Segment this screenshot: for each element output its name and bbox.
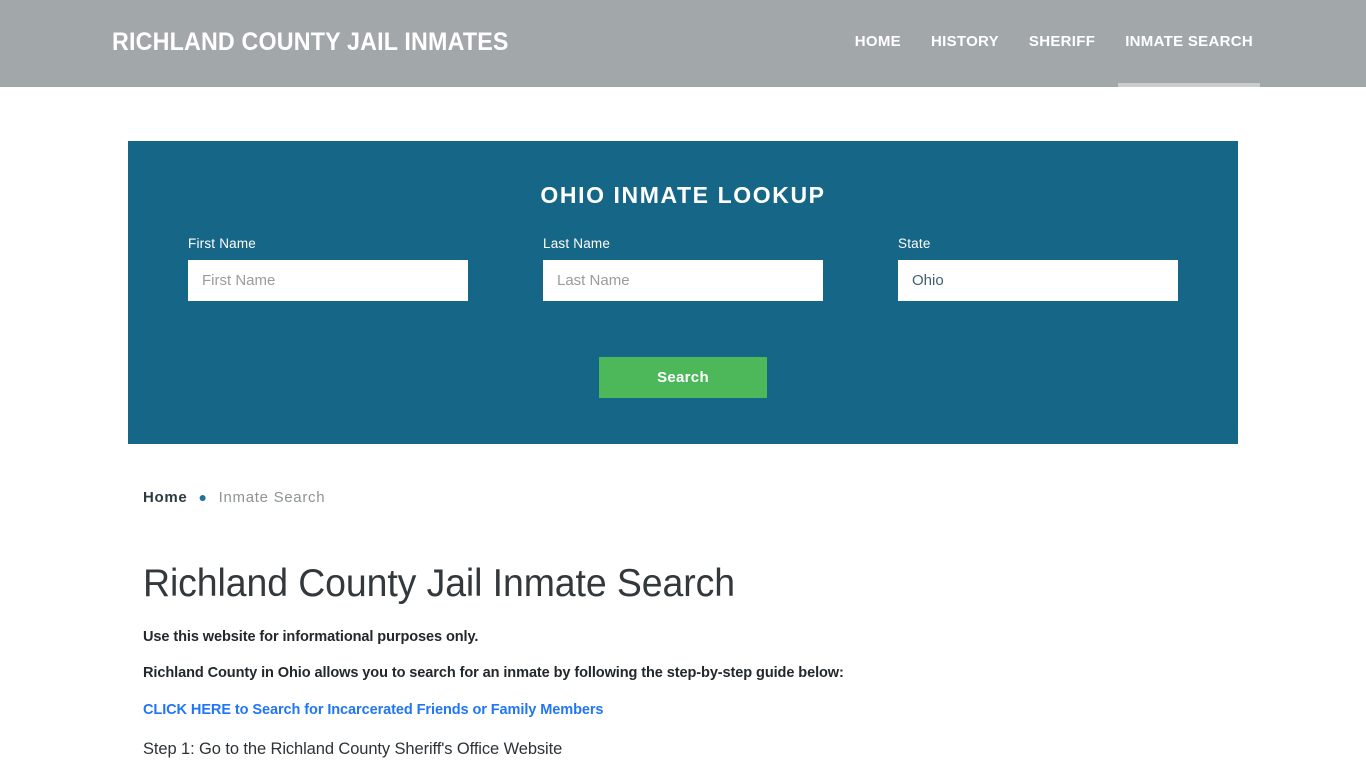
site-header: RICHLAND COUNTY JAIL INMATES HOME HISTOR… bbox=[0, 0, 1366, 87]
site-title: RICHLAND COUNTY JAIL INMATES bbox=[112, 28, 509, 56]
first-name-field-group: First Name bbox=[188, 236, 468, 301]
guide-paragraph: Richland County in Ohio allows you to se… bbox=[143, 664, 844, 681]
breadcrumb-separator-icon: ● bbox=[198, 489, 208, 505]
click-here-search-link[interactable]: CLICK HERE to Search for Incarcerated Fr… bbox=[143, 701, 1210, 718]
search-button[interactable]: Search bbox=[599, 357, 767, 398]
page-title: Richland County Jail Inmate Search bbox=[143, 562, 735, 605]
intro-paragraph: Use this website for informational purpo… bbox=[143, 628, 479, 645]
nav-item-history[interactable]: HISTORY bbox=[931, 0, 999, 87]
first-name-label: First Name bbox=[188, 236, 257, 251]
header-inner: RICHLAND COUNTY JAIL INMATES HOME HISTOR… bbox=[0, 0, 1366, 87]
state-select[interactable]: Ohio bbox=[898, 260, 1178, 301]
nav-item-inmate-search[interactable]: INMATE SEARCH bbox=[1118, 0, 1260, 87]
breadcrumb: Home ● Inmate Search bbox=[143, 480, 1243, 514]
last-name-input[interactable] bbox=[543, 260, 823, 301]
first-name-input[interactable] bbox=[188, 260, 468, 301]
nav-item-home[interactable]: HOME bbox=[855, 0, 901, 87]
breadcrumb-current: Inmate Search bbox=[218, 488, 326, 506]
state-field-group: State Ohio bbox=[898, 236, 1178, 301]
main-navigation: HOME HISTORY SHERIFF INMATE SEARCH bbox=[855, 0, 1260, 87]
main-content: Home ● Inmate Search Richland County Jai… bbox=[143, 480, 1243, 759]
last-name-field-group: Last Name bbox=[543, 236, 823, 301]
lookup-panel-title: OHIO INMATE LOOKUP bbox=[540, 182, 826, 208]
lookup-field-row: First Name Last Name State Ohio bbox=[188, 236, 1178, 301]
last-name-label: Last Name bbox=[543, 236, 611, 251]
inmate-lookup-panel: OHIO INMATE LOOKUP First Name Last Name … bbox=[128, 141, 1238, 444]
breadcrumb-home-link[interactable]: Home bbox=[143, 489, 187, 506]
step-1-text: Step 1: Go to the Richland County Sherif… bbox=[143, 739, 563, 758]
state-label: State bbox=[898, 236, 931, 251]
nav-item-sheriff[interactable]: SHERIFF bbox=[1029, 0, 1095, 87]
